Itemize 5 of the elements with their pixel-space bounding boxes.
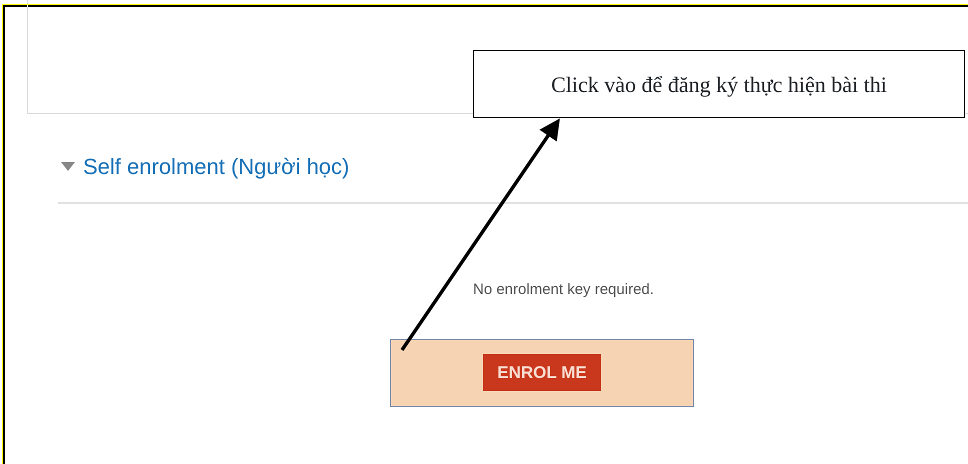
enrol-button[interactable]: ENROL ME bbox=[483, 354, 601, 392]
enrolment-note: No enrolment key required. bbox=[473, 280, 655, 300]
section-title[interactable]: Self enrolment (Người học) bbox=[83, 150, 350, 182]
callout-text: Click vào để đăng ký thực hiện bài thi bbox=[473, 50, 965, 118]
caret-icon[interactable] bbox=[61, 162, 75, 170]
